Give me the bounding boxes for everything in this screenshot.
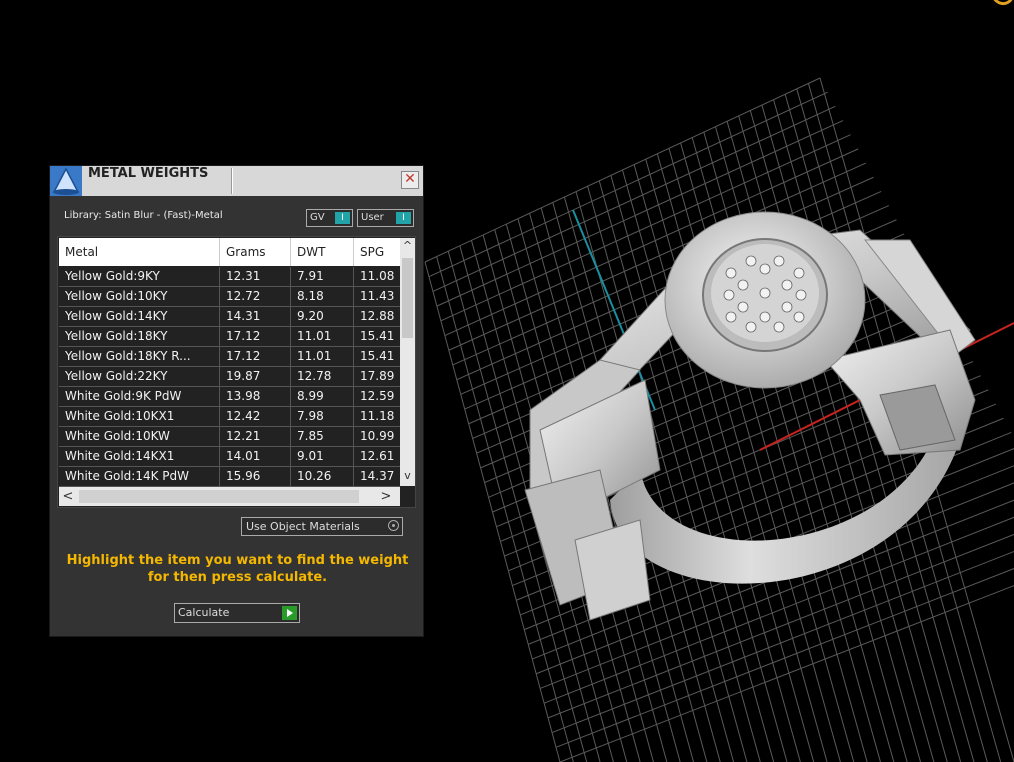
cell-spg: 17.89 bbox=[360, 369, 395, 383]
table-header: Metal Grams DWT SPG bbox=[59, 238, 400, 266]
cell-spg: 14.37 bbox=[360, 469, 395, 483]
cell-dwt: 10.26 bbox=[291, 467, 354, 486]
cell-grams: 12.72 bbox=[220, 287, 291, 306]
table-row[interactable]: White Gold:10KX1 12.42 7.98 11.18 bbox=[59, 407, 400, 427]
cell-grams: 19.87 bbox=[220, 367, 291, 386]
cell-grams: 12.42 bbox=[220, 407, 291, 426]
cell-grams: 14.31 bbox=[220, 307, 291, 326]
column-header-dwt[interactable]: DWT bbox=[291, 238, 354, 266]
scroll-down-icon[interactable]: v bbox=[400, 468, 415, 484]
cell-grams: 13.98 bbox=[220, 387, 291, 406]
cell-spg: 11.43 bbox=[360, 289, 395, 303]
cell-metal: White Gold:10KW bbox=[59, 427, 220, 446]
ring-model[interactable] bbox=[524, 211, 976, 621]
cell-dwt: 8.18 bbox=[291, 287, 354, 306]
table-row[interactable]: White Gold:14KX1 14.01 9.01 12.61 bbox=[59, 447, 400, 467]
horizontal-scrollbar[interactable]: < > bbox=[59, 487, 400, 506]
corner-logo-icon bbox=[993, 0, 1013, 5]
table-row[interactable]: White Gold:9K PdW 13.98 8.99 12.59 bbox=[59, 387, 400, 407]
library-label: Library: Satin Blur - (Fast)-Metal bbox=[64, 210, 223, 221]
cell-spg: 12.88 bbox=[360, 309, 395, 323]
cell-metal: Yellow Gold:18KY R... bbox=[59, 347, 220, 366]
table-row[interactable]: White Gold:10KW 12.21 7.85 10.99 bbox=[59, 427, 400, 447]
cell-grams: 12.31 bbox=[220, 267, 291, 286]
cell-grams: 15.96 bbox=[220, 467, 291, 486]
gv-toggle[interactable]: GV I bbox=[306, 209, 353, 227]
cell-metal: Yellow Gold:10KY bbox=[59, 287, 220, 306]
cell-dwt: 11.01 bbox=[291, 347, 354, 366]
horizontal-scroll-thumb[interactable] bbox=[79, 490, 359, 503]
table-row[interactable]: Yellow Gold:9KY 12.31 7.91 11.08 bbox=[59, 267, 400, 287]
vertical-scroll-thumb[interactable] bbox=[402, 258, 413, 338]
table-row[interactable]: Yellow Gold:22KY 19.87 12.78 17.89 bbox=[59, 367, 400, 387]
radio-icon bbox=[388, 520, 399, 531]
scroll-left-icon[interactable]: < bbox=[59, 487, 77, 506]
table-row[interactable]: Yellow Gold:10KY 12.72 8.18 11.43 bbox=[59, 287, 400, 307]
user-toggle[interactable]: User I bbox=[357, 209, 414, 227]
cell-metal: Yellow Gold:9KY bbox=[59, 267, 220, 286]
cell-spg: 12.59 bbox=[360, 389, 395, 403]
table-row[interactable]: Yellow Gold:18KY R... 17.12 11.01 15.41 bbox=[59, 347, 400, 367]
cell-dwt: 11.01 bbox=[291, 327, 354, 346]
cell-grams: 17.12 bbox=[220, 347, 291, 366]
column-header-spg[interactable]: SPG bbox=[354, 238, 400, 266]
toggle-knob-icon: I bbox=[396, 212, 411, 224]
cell-metal: White Gold:14K PdW bbox=[59, 467, 220, 486]
cell-dwt: 9.01 bbox=[291, 447, 354, 466]
column-header-metal[interactable]: Metal bbox=[59, 238, 220, 266]
user-toggle-label: User bbox=[361, 212, 384, 223]
cell-dwt: 7.98 bbox=[291, 407, 354, 426]
panel-title: METAL WEIGHTS bbox=[88, 166, 209, 181]
cell-spg: 10.99 bbox=[360, 429, 395, 443]
table-row[interactable]: Yellow Gold:14KY 14.31 9.20 12.88 bbox=[59, 307, 400, 327]
cell-metal: White Gold:10KX1 bbox=[59, 407, 220, 426]
metal-table: Metal Grams DWT SPG Yellow Gold:9KY 12.31… bbox=[57, 236, 416, 508]
use-object-materials-toggle[interactable]: Use Object Materials bbox=[241, 517, 403, 536]
cell-dwt: 8.99 bbox=[291, 387, 354, 406]
close-button[interactable]: ✕ bbox=[401, 171, 419, 189]
cell-metal: White Gold:14KX1 bbox=[59, 447, 220, 466]
calculate-button[interactable]: Calculate bbox=[174, 603, 300, 623]
cell-spg: 11.08 bbox=[360, 269, 395, 283]
title-divider bbox=[231, 168, 232, 194]
calculate-label: Calculate bbox=[178, 606, 230, 619]
cell-metal: Yellow Gold:22KY bbox=[59, 367, 220, 386]
cell-grams: 12.21 bbox=[220, 427, 291, 446]
cell-grams: 14.01 bbox=[220, 447, 291, 466]
table-row[interactable]: Yellow Gold:18KY 17.12 11.01 15.41 bbox=[59, 327, 400, 347]
gv-toggle-label: GV bbox=[310, 212, 325, 223]
play-icon bbox=[282, 606, 297, 620]
metal-weights-panel: METAL WEIGHTS ✕ Library: Satin Blur - (F… bbox=[49, 165, 424, 637]
cell-dwt: 9.20 bbox=[291, 307, 354, 326]
cell-spg: 15.41 bbox=[360, 329, 395, 343]
column-header-grams[interactable]: Grams bbox=[220, 238, 291, 266]
use-object-materials-label: Use Object Materials bbox=[246, 520, 360, 533]
scroll-right-icon[interactable]: > bbox=[377, 487, 395, 506]
cell-metal: Yellow Gold:18KY bbox=[59, 327, 220, 346]
cell-dwt: 7.85 bbox=[291, 427, 354, 446]
cell-grams: 17.12 bbox=[220, 327, 291, 346]
panel-titlebar[interactable]: METAL WEIGHTS ✕ bbox=[50, 166, 423, 196]
cell-dwt: 7.91 bbox=[291, 267, 354, 286]
cell-dwt: 12.78 bbox=[291, 367, 354, 386]
cell-spg: 15.41 bbox=[360, 349, 395, 363]
close-icon: ✕ bbox=[404, 171, 416, 187]
instruction-text: Highlight the item you want to find the … bbox=[66, 553, 409, 585]
cell-metal: Yellow Gold:14KY bbox=[59, 307, 220, 326]
table-body: Yellow Gold:9KY 12.31 7.91 11.08 Yellow Gold… bbox=[59, 267, 400, 487]
toggle-knob-icon: I bbox=[335, 212, 350, 224]
cell-metal: White Gold:9K PdW bbox=[59, 387, 220, 406]
cell-spg: 12.61 bbox=[360, 449, 395, 463]
table-row[interactable]: White Gold:14K PdW 15.96 10.26 14.37 bbox=[59, 467, 400, 487]
scroll-up-icon[interactable]: ^ bbox=[400, 238, 415, 254]
cell-spg: 11.18 bbox=[360, 409, 395, 423]
vertical-scrollbar[interactable]: ^ v bbox=[400, 238, 415, 486]
wizard-hat-icon bbox=[50, 166, 82, 196]
